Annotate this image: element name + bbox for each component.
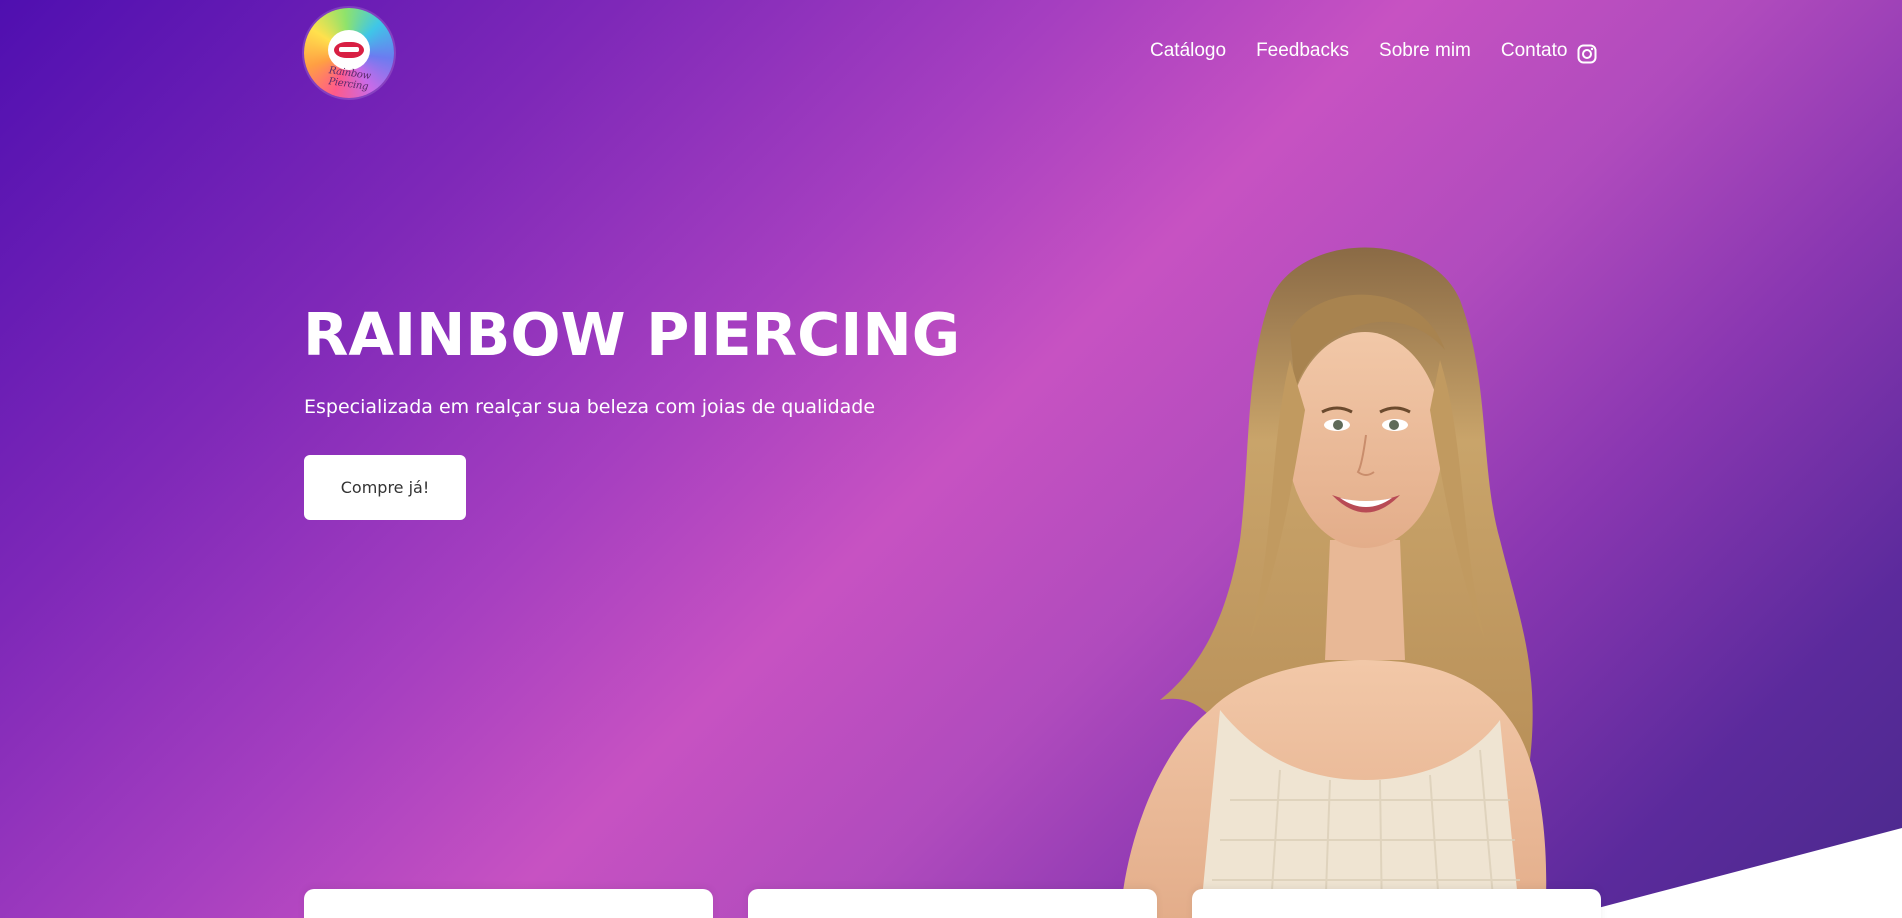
instagram-icon[interactable] <box>1577 44 1597 64</box>
feature-card-1[interactable] <box>304 889 713 918</box>
nav-catalogo[interactable]: Catálogo <box>1150 40 1226 62</box>
hero-woman-image <box>1120 247 1547 918</box>
nav-feedbacks[interactable]: Feedbacks <box>1256 40 1349 62</box>
nav-sobre-mim[interactable]: Sobre mim <box>1379 40 1471 62</box>
hero-title: RAINBOW PIERCING <box>303 300 961 369</box>
teeth-icon <box>339 47 359 52</box>
nav-contato[interactable]: Contato <box>1501 40 1568 62</box>
hero-section: Rainbow Piercing Catálogo Feedbacks Sobr… <box>0 0 1902 918</box>
feature-card-3[interactable] <box>1192 889 1601 918</box>
buy-now-button[interactable]: Compre já! <box>304 455 466 520</box>
feature-card-2[interactable] <box>748 889 1157 918</box>
bottom-slant-shape <box>1560 828 1902 918</box>
hero-subtitle: Especializada em realçar sua beleza com … <box>304 396 876 418</box>
main-nav: Catálogo Feedbacks Sobre mim Contato <box>1150 40 1567 62</box>
brand-logo[interactable]: Rainbow Piercing <box>304 8 394 98</box>
